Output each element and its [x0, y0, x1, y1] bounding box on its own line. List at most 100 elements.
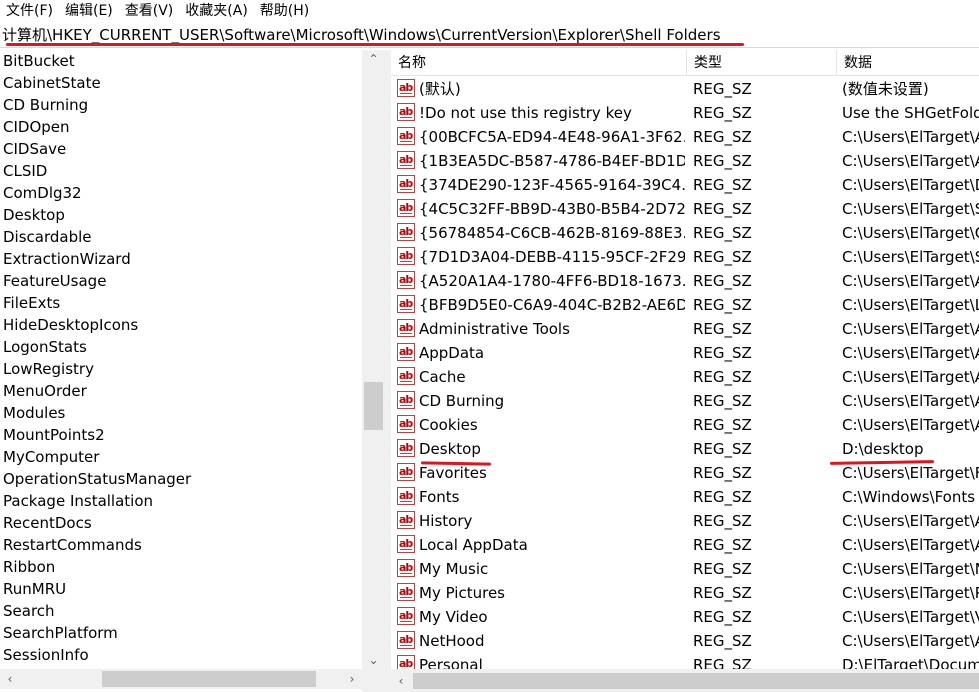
string-value-ab-icon: ab — [397, 391, 415, 409]
menu-file[interactable]: 文件(F) — [0, 0, 59, 23]
table-row[interactable]: ab {56784854-C6CB-462B-8169-88E3... REG_SZ… — [391, 221, 979, 245]
table-row[interactable]: ab {00BCFC5A-ED94-4E48-96A1-3F62... REG_SZ… — [391, 125, 979, 149]
value-type: REG_SZ — [693, 248, 752, 266]
string-value-ab-icon: ab — [397, 631, 415, 649]
tree-item[interactable]: RunMRU — [0, 578, 362, 600]
tree-horizontal-scroll-thumb[interactable] — [102, 671, 316, 687]
menu-view[interactable]: 查看(V) — [119, 0, 180, 23]
value-type: REG_SZ — [693, 416, 752, 434]
table-row[interactable]: ab {7D1D3A04-DEBB-4115-95CF-2F29... REG_SZ… — [391, 245, 979, 269]
value-data: C:\Users\ElTarget\M — [842, 560, 979, 578]
tree-item[interactable]: MenuOrder — [0, 380, 362, 402]
table-row[interactable]: ab {A520A1A4-1780-4FF6-BD18-1673... REG_SZ… — [391, 269, 979, 293]
value-data: C:\Users\ElTarget\S — [842, 248, 979, 266]
table-row[interactable]: ab {1B3EA5DC-B587-4786-B4EF-BD1D... REG_SZ… — [391, 149, 979, 173]
string-value-ab-icon: ab — [397, 559, 415, 577]
string-value-ab-icon: ab — [397, 271, 415, 289]
table-row[interactable]: ab Fonts REG_SZ C:\Windows\Fonts — [391, 485, 979, 509]
tree-item[interactable]: MyComputer — [0, 446, 362, 468]
table-row[interactable]: ab My Music REG_SZ C:\Users\ElTarget\M — [391, 557, 979, 581]
scroll-down-arrow-icon[interactable]: ⌄ — [362, 650, 385, 670]
tree-item[interactable]: CabinetState — [0, 72, 362, 94]
tree-item[interactable]: SearchPlatform — [0, 622, 362, 644]
table-row[interactable]: ab {BFB9D5E0-C6A9-404C-B2B2-AE6D... REG_SZ… — [391, 293, 979, 317]
value-type: REG_SZ — [693, 176, 752, 194]
tree-item[interactable]: Search — [0, 600, 362, 622]
scroll-up-arrow-icon[interactable]: ⌃ — [362, 50, 385, 68]
column-header-data[interactable]: 数据 — [836, 50, 979, 76]
table-row[interactable]: ab NetHood REG_SZ C:\Users\ElTarget\A — [391, 629, 979, 653]
column-header-type[interactable]: 类型 — [686, 50, 836, 76]
value-name: (默认) — [419, 80, 461, 98]
tree-item[interactable]: CIDOpen — [0, 116, 362, 138]
value-name: NetHood — [419, 632, 485, 650]
table-row[interactable]: ab My Video REG_SZ C:\Users\ElTarget\V — [391, 605, 979, 629]
value-type: REG_SZ — [693, 344, 752, 362]
table-row[interactable]: ab {4C5C32FF-BB9D-43B0-B5B4-2D72... REG_SZ… — [391, 197, 979, 221]
menu-favorites[interactable]: 收藏夹(A) — [179, 0, 254, 23]
value-type: REG_SZ — [693, 272, 752, 290]
values-list-pane: 名称 类型 数据 ab (默认) REG_SZ (数值未设置) ab !Do not us… — [391, 50, 979, 670]
table-row[interactable]: ab CD Burning REG_SZ C:\Users\ElTarget\A — [391, 389, 979, 413]
tree-item[interactable]: HideDesktopIcons — [0, 314, 362, 336]
menu-edit[interactable]: 编辑(E) — [59, 0, 119, 23]
table-row[interactable]: ab Cache REG_SZ C:\Users\ElTarget\A — [391, 365, 979, 389]
tree-item[interactable]: ComDlg32 — [0, 182, 362, 204]
value-type: REG_SZ — [693, 80, 752, 98]
tree-vertical-scroll-thumb[interactable] — [364, 382, 383, 430]
tree-item[interactable]: CLSID — [0, 160, 362, 182]
value-name: AppData — [419, 344, 485, 362]
tree-item[interactable]: MountPoints2 — [0, 424, 362, 446]
value-type: REG_SZ — [693, 320, 752, 338]
scroll-right-arrow-icon[interactable]: › — [342, 669, 362, 689]
values-horizontal-scroll-thumb[interactable] — [413, 673, 979, 689]
tree-item[interactable]: Package Installation — [0, 490, 362, 512]
tree-item[interactable]: FeatureUsage — [0, 270, 362, 292]
table-row[interactable]: ab Desktop REG_SZ D:\desktop — [391, 437, 979, 461]
table-row[interactable]: ab {374DE290-123F-4565-9164-39C4... REG_SZ… — [391, 173, 979, 197]
menu-help[interactable]: 帮助(H) — [254, 0, 315, 23]
value-data: C:\Users\ElTarget\V — [842, 608, 979, 626]
tree-vertical-scrollbar[interactable]: ⌃ ⌄ — [362, 50, 385, 670]
value-name: My Pictures — [419, 584, 505, 602]
value-name: {7D1D3A04-DEBB-4115-95CF-2F29... — [419, 248, 685, 266]
tree-item[interactable]: OperationStatusManager — [0, 468, 362, 490]
tree-item[interactable]: CIDSave — [0, 138, 362, 160]
tree-item[interactable]: SessionInfo — [0, 644, 362, 666]
value-name: My Video — [419, 608, 488, 626]
value-type: REG_SZ — [693, 656, 752, 670]
table-row[interactable]: ab (默认) REG_SZ (数值未设置) — [391, 77, 979, 101]
tree-item[interactable]: RecentDocs — [0, 512, 362, 534]
tree-item[interactable]: RestartCommands — [0, 534, 362, 556]
table-row[interactable]: ab History REG_SZ C:\Users\ElTarget\A — [391, 509, 979, 533]
value-type: REG_SZ — [693, 632, 752, 650]
tree-item[interactable]: Ribbon — [0, 556, 362, 578]
value-name: {A520A1A4-1780-4FF6-BD18-1673... — [419, 272, 685, 290]
value-data: C:\Users\ElTarget\C — [842, 224, 979, 242]
tree-item[interactable]: CD Burning — [0, 94, 362, 116]
tree-item[interactable]: LowRegistry — [0, 358, 362, 380]
tree-horizontal-scrollbar[interactable]: ‹ › — [0, 669, 362, 689]
table-row[interactable]: ab Local AppData REG_SZ C:\Users\ElTarget\A — [391, 533, 979, 557]
table-row[interactable]: ab AppData REG_SZ C:\Users\ElTarget\A — [391, 341, 979, 365]
table-row[interactable]: ab Cookies REG_SZ C:\Users\ElTarget\A — [391, 413, 979, 437]
string-value-ab-icon: ab — [397, 103, 415, 121]
value-name: {4C5C32FF-BB9D-43B0-B5B4-2D72... — [419, 200, 685, 218]
value-data: D:\desktop — [842, 440, 924, 458]
values-horizontal-scrollbar[interactable]: ‹ — [391, 669, 979, 692]
tree-item[interactable]: LogonStats — [0, 336, 362, 358]
tree-item[interactable]: Discardable — [0, 226, 362, 248]
tree-item[interactable]: ExtractionWizard — [0, 248, 362, 270]
table-row[interactable]: ab Personal REG_SZ D:\ElTarget\Docum — [391, 653, 979, 670]
column-header-name[interactable]: 名称 — [391, 50, 686, 76]
scroll-left-arrow-icon[interactable]: ‹ — [391, 671, 411, 691]
tree-item[interactable]: Desktop — [0, 204, 362, 226]
table-row[interactable]: ab My Pictures REG_SZ C:\Users\ElTarget\P — [391, 581, 979, 605]
scroll-left-arrow-icon[interactable]: ‹ — [0, 669, 20, 689]
table-row[interactable]: ab !Do not use this registry key REG_SZ Use… — [391, 101, 979, 125]
value-name: {00BCFC5A-ED94-4E48-96A1-3F62... — [419, 128, 685, 146]
table-row[interactable]: ab Administrative Tools REG_SZ C:\Users\ElT… — [391, 317, 979, 341]
tree-item[interactable]: Modules — [0, 402, 362, 424]
tree-item[interactable]: BitBucket — [0, 50, 362, 72]
tree-item[interactable]: FileExts — [0, 292, 362, 314]
